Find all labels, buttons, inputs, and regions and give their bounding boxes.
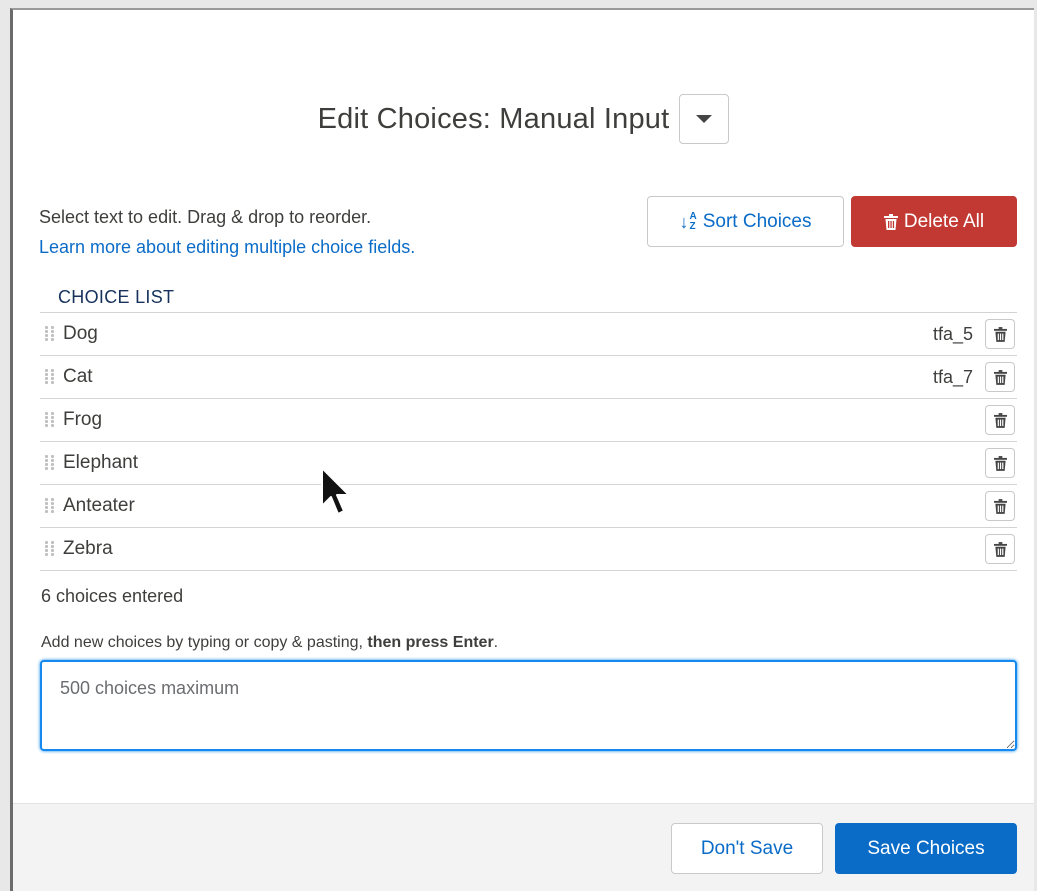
delete-choice-button[interactable] — [985, 491, 1015, 521]
sort-choices-button[interactable]: ↓ AZ Sort Choices — [647, 196, 844, 247]
drag-handle-icon[interactable] — [45, 326, 55, 342]
trash-icon — [883, 213, 898, 230]
delete-choice-button[interactable] — [985, 362, 1015, 392]
drag-handle-icon[interactable] — [45, 369, 55, 385]
add-hint-end: . — [493, 634, 499, 651]
mode-dropdown-button[interactable] — [679, 94, 730, 144]
edit-choices-modal: Edit Choices: Manual Input Select text t… — [10, 8, 1034, 891]
choice-alias: tfa_5 — [932, 323, 973, 344]
drag-handle-icon[interactable] — [45, 455, 55, 471]
trash-icon — [993, 498, 1007, 514]
list-item[interactable]: Dog tfa_5 — [40, 313, 1017, 356]
choice-label[interactable]: Dog — [63, 323, 98, 345]
trash-icon — [993, 326, 1007, 342]
page-title: Edit Choices: Manual Input — [317, 102, 670, 135]
list-item[interactable]: Frog — [40, 399, 1017, 442]
choice-label[interactable]: Zebra — [63, 538, 113, 560]
trash-icon — [993, 369, 1007, 385]
sort-choices-label: Sort Choices — [702, 210, 812, 232]
delete-all-button[interactable]: Delete All — [851, 196, 1017, 247]
row-actions — [973, 405, 1017, 435]
add-hint-bold: then press Enter — [367, 634, 494, 651]
learn-more-link[interactable]: Learn more about editing multiple choice… — [39, 232, 415, 262]
choice-list-header: CHOICE LIST — [58, 287, 175, 307]
choice-label[interactable]: Anteater — [63, 495, 135, 517]
modal-header: Edit Choices: Manual Input — [13, 94, 1034, 144]
add-hint-text: Add new choices by typing or copy & past… — [41, 634, 368, 651]
choice-label[interactable]: Frog — [63, 409, 102, 431]
drag-handle-icon[interactable] — [45, 541, 55, 557]
instructions: Select text to edit. Drag & drop to reor… — [39, 202, 415, 262]
list-item[interactable]: Elephant — [40, 442, 1017, 485]
row-actions — [973, 491, 1017, 521]
mouse-pointer-icon — [321, 467, 350, 515]
choice-label[interactable]: Elephant — [63, 452, 138, 474]
delete-all-label: Delete All — [903, 210, 985, 232]
delete-choice-button[interactable] — [985, 319, 1015, 349]
trash-icon — [993, 541, 1007, 557]
row-actions — [973, 448, 1017, 478]
row-actions — [973, 534, 1017, 564]
list-item[interactable]: Zebra — [40, 528, 1017, 571]
delete-choice-button[interactable] — [985, 405, 1015, 435]
choice-count: 6 choices entered — [41, 586, 184, 606]
dont-save-button[interactable]: Don't Save — [671, 823, 823, 874]
new-choices-input[interactable] — [40, 660, 1017, 751]
list-item[interactable]: Cat tfa_7 — [40, 356, 1017, 399]
add-choices-hint: Add new choices by typing or copy & past… — [41, 634, 498, 652]
drag-handle-icon[interactable] — [45, 498, 55, 514]
choice-list: Dog tfa_5 Cat tfa_7 Frog Elephant Anteat… — [40, 312, 1017, 571]
sort-icon: ↓ AZ — [679, 210, 697, 232]
delete-choice-button[interactable] — [985, 448, 1015, 478]
row-actions: tfa_7 — [933, 362, 1017, 392]
choice-label[interactable]: Cat — [63, 366, 93, 388]
trash-icon — [993, 412, 1007, 428]
chevron-down-icon — [696, 115, 713, 123]
choice-alias: tfa_7 — [932, 366, 973, 387]
save-choices-button[interactable]: Save Choices — [835, 823, 1017, 874]
list-item[interactable]: Anteater — [40, 485, 1017, 528]
trash-icon — [993, 455, 1007, 471]
instructions-text: Select text to edit. Drag & drop to reor… — [39, 207, 372, 227]
delete-choice-button[interactable] — [985, 534, 1015, 564]
drag-handle-icon[interactable] — [45, 412, 55, 428]
row-actions: tfa_5 — [933, 319, 1017, 349]
